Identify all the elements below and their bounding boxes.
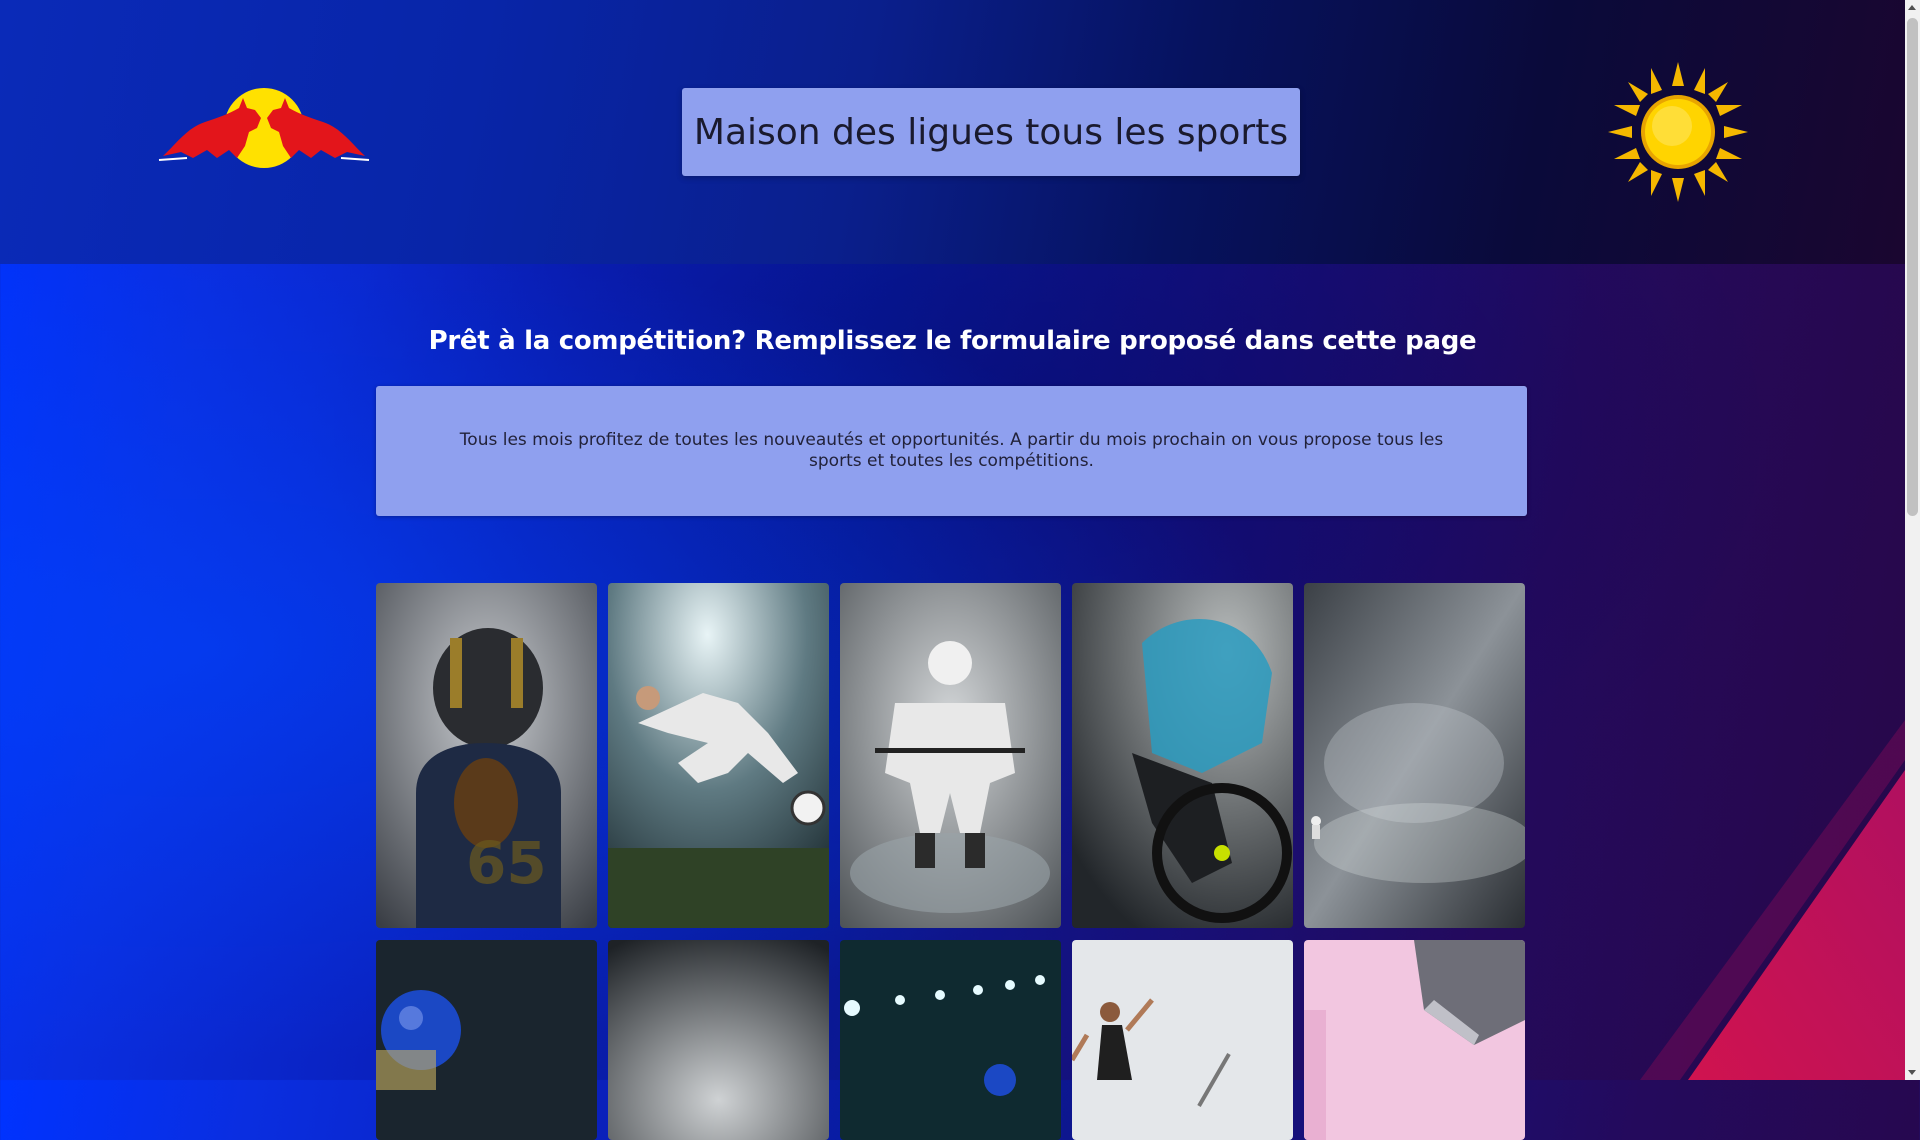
scroll-thumb[interactable] (1907, 18, 1918, 516)
info-text: Tous les mois profitez de toutes les nou… (459, 430, 1444, 471)
hockey-player-image[interactable] (840, 583, 1061, 928)
boxer-blue-gloves-image[interactable] (376, 940, 597, 1140)
cyclist-image[interactable] (1072, 583, 1293, 928)
sun-icon (1608, 62, 1748, 202)
info-box: Tous les mois profitez de toutes les nou… (376, 386, 1527, 516)
site-title-box: Maison des ligues tous les sports (682, 88, 1300, 176)
site-title: Maison des ligues tous les sports (693, 111, 1289, 153)
pink-building-image[interactable] (1304, 940, 1525, 1140)
scroll-down-icon[interactable] (1908, 1070, 1916, 1075)
site-header: Maison des ligues tous les sports (0, 0, 1905, 264)
svg-text:65: 65 (466, 829, 547, 897)
soccer-player-kicking-image[interactable] (608, 583, 829, 928)
scroll-up-icon[interactable] (1908, 5, 1916, 10)
diver-jumping-image[interactable] (1072, 940, 1293, 1140)
foggy-stadium-image[interactable] (608, 940, 829, 1140)
skier-storm-image[interactable] (1304, 583, 1525, 928)
red-bull-logo-icon[interactable] (157, 88, 371, 174)
competition-headline: Prêt à la compétition? Remplissez le for… (428, 326, 1477, 356)
stadium-lights-image[interactable] (840, 940, 1061, 1140)
american-football-player-image[interactable]: 65 (376, 583, 597, 928)
vertical-scrollbar[interactable] (1905, 0, 1920, 1080)
